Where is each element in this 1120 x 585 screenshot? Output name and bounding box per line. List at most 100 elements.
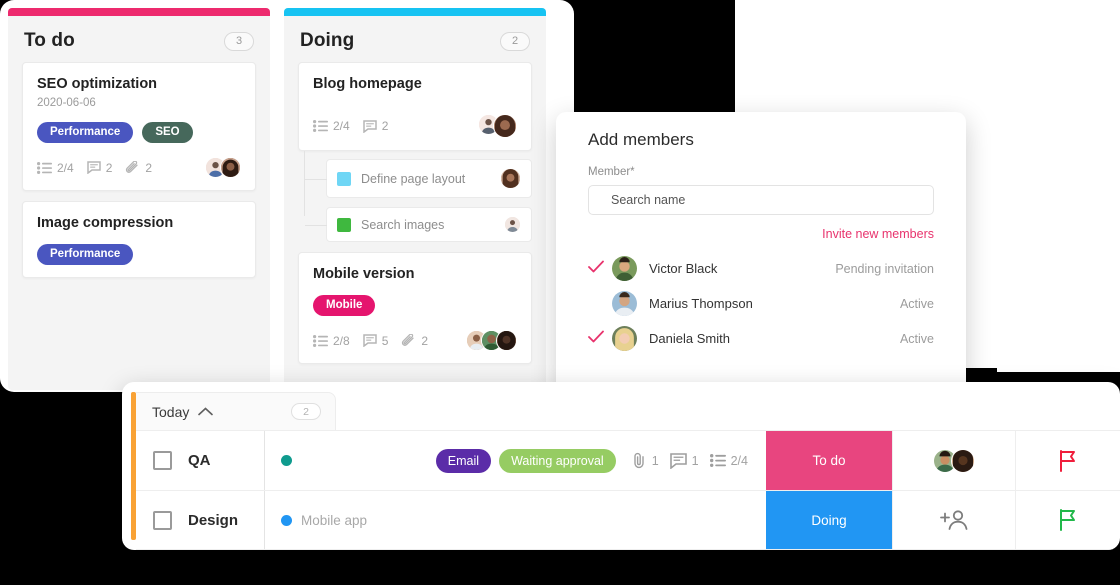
card-meta: 2/8 5 2 xyxy=(313,330,517,352)
column-color-bar xyxy=(8,8,270,16)
column-title: To do xyxy=(24,30,75,51)
card-tag[interactable]: Mobile xyxy=(313,295,376,317)
priority-flag[interactable] xyxy=(1016,431,1120,490)
kanban-board-panel: To do 3 SEO optimization 2020-06-06 Perf… xyxy=(0,0,574,392)
group-name: Today xyxy=(152,403,190,420)
assignee-cell[interactable] xyxy=(892,491,1016,549)
member-status: Pending invitation xyxy=(835,261,934,276)
row-tag[interactable]: Email xyxy=(435,448,492,473)
table-row[interactable]: Design Mobile app Doing xyxy=(136,490,1120,550)
card-title: Blog homepage xyxy=(313,76,422,92)
task-list-panel: Today 2 QA Email Waiting approval 1 1 2/… xyxy=(122,382,1120,550)
member-name: Marius Thompson xyxy=(649,296,753,311)
project-cell[interactable]: Mobile app xyxy=(264,491,732,549)
subtask-item[interactable]: Search images xyxy=(305,207,532,242)
subtask-color-swatch xyxy=(337,171,351,186)
card-tag[interactable]: Performance xyxy=(37,122,134,144)
comment-icon xyxy=(362,334,377,348)
checklist-icon xyxy=(37,161,52,174)
row-checkbox[interactable] xyxy=(136,431,188,490)
screen: To do 3 SEO optimization 2020-06-06 Perf… xyxy=(0,0,1120,585)
avatar xyxy=(500,168,521,189)
attachments-value: 2 xyxy=(145,160,153,175)
subtask-item[interactable]: Define page layout xyxy=(305,159,532,198)
card-avatars[interactable] xyxy=(466,330,517,352)
member-row[interactable]: Victor Black Pending invitation xyxy=(588,251,934,286)
group-header-today[interactable]: Today 2 xyxy=(136,392,336,430)
search-name-input[interactable]: Search name xyxy=(588,185,934,215)
comments-meta: 2 xyxy=(86,160,113,175)
add-members-dialog: Add members Member* Search name Invite n… xyxy=(556,112,966,404)
checklist-meta: 2/4 xyxy=(37,161,74,175)
attachments-value: 2 xyxy=(421,333,429,348)
dialog-title: Add members xyxy=(588,130,694,149)
project-cell[interactable] xyxy=(264,431,436,490)
member-row[interactable]: Marius Thompson Active xyxy=(588,286,934,321)
subtask-label: Search images xyxy=(361,217,445,232)
board-card[interactable]: Mobile version Mobile 2/8 5 2 xyxy=(298,252,532,365)
paperclip-icon xyxy=(401,333,416,348)
priority-flag[interactable] xyxy=(1016,491,1120,549)
card-meta: 2/4 2 xyxy=(313,114,517,138)
status-cell[interactable]: To do xyxy=(766,431,892,490)
avatar xyxy=(504,216,521,233)
card-title: Mobile version xyxy=(313,266,415,282)
member-row[interactable]: Daniela Smith Active xyxy=(588,321,934,356)
backdrop-bottom-right xyxy=(997,106,1120,372)
table-row[interactable]: QA Email Waiting approval 1 1 2/4 To do xyxy=(136,430,1120,490)
paperclip-icon xyxy=(125,160,140,175)
card-tag[interactable]: Performance xyxy=(37,244,134,266)
column-count-badge: 3 xyxy=(224,31,254,51)
column-header: To do 3 xyxy=(8,16,270,62)
comments-value: 1 xyxy=(691,453,699,468)
comments-meta: 1 xyxy=(669,452,699,469)
card-title: SEO optimization xyxy=(37,76,158,92)
checklist-icon xyxy=(313,334,328,347)
subtask-list: Define page layout Search images xyxy=(304,151,532,242)
checklist-value: 2/4 xyxy=(333,119,350,133)
avatar xyxy=(220,157,241,179)
card-avatars[interactable] xyxy=(205,157,241,179)
card-tag[interactable]: SEO xyxy=(142,122,193,144)
member-field-label: Member* xyxy=(588,166,635,178)
check-icon[interactable] xyxy=(588,330,612,348)
comment-icon xyxy=(669,452,687,469)
task-name: Design xyxy=(188,511,239,529)
card-avatars[interactable] xyxy=(478,114,517,138)
comments-value: 2 xyxy=(105,160,113,175)
attachments-value: 1 xyxy=(651,453,659,468)
checklist-value: 2/4 xyxy=(730,453,748,468)
avatar xyxy=(496,330,517,352)
column-color-bar xyxy=(284,8,546,16)
flag-icon xyxy=(1060,449,1075,472)
comments-value: 2 xyxy=(381,119,389,133)
checklist-value: 2/4 xyxy=(57,160,74,175)
board-column-todo: To do 3 SEO optimization 2020-06-06 Perf… xyxy=(8,8,270,390)
chevron-up-icon[interactable] xyxy=(198,403,214,421)
row-checkbox[interactable] xyxy=(136,491,188,549)
avatar xyxy=(612,291,637,316)
status-cell[interactable]: Doing xyxy=(766,491,892,549)
check-icon[interactable] xyxy=(588,260,612,278)
row-tags: Email Waiting approval xyxy=(435,431,626,490)
invite-new-members-link[interactable]: Invite new members xyxy=(588,227,934,241)
checklist-meta: 2/8 xyxy=(313,334,350,348)
attachments-meta: 2 xyxy=(125,160,153,175)
board-card[interactable]: Blog homepage 2/4 2 xyxy=(298,62,532,151)
add-person-icon xyxy=(940,510,968,530)
attachments-meta: 2 xyxy=(401,333,429,348)
column-count-badge: 2 xyxy=(500,31,530,51)
card-due-date: 2020-06-06 xyxy=(37,97,96,109)
row-tag[interactable]: Waiting approval xyxy=(499,448,616,473)
flag-icon xyxy=(1060,509,1075,531)
assignee-cell[interactable] xyxy=(892,431,1016,490)
avatar xyxy=(612,256,637,281)
checklist-icon xyxy=(313,120,328,132)
checklist-meta: 2/4 xyxy=(313,119,350,133)
card-meta: 2/4 2 2 xyxy=(37,157,241,179)
board-card[interactable]: SEO optimization 2020-06-06 Performance … xyxy=(22,62,256,192)
project-status-dot xyxy=(281,455,292,466)
board-card[interactable]: Image compression Performance xyxy=(22,201,256,279)
backdrop-top-right xyxy=(735,0,1120,106)
project-status-dot xyxy=(281,514,292,526)
